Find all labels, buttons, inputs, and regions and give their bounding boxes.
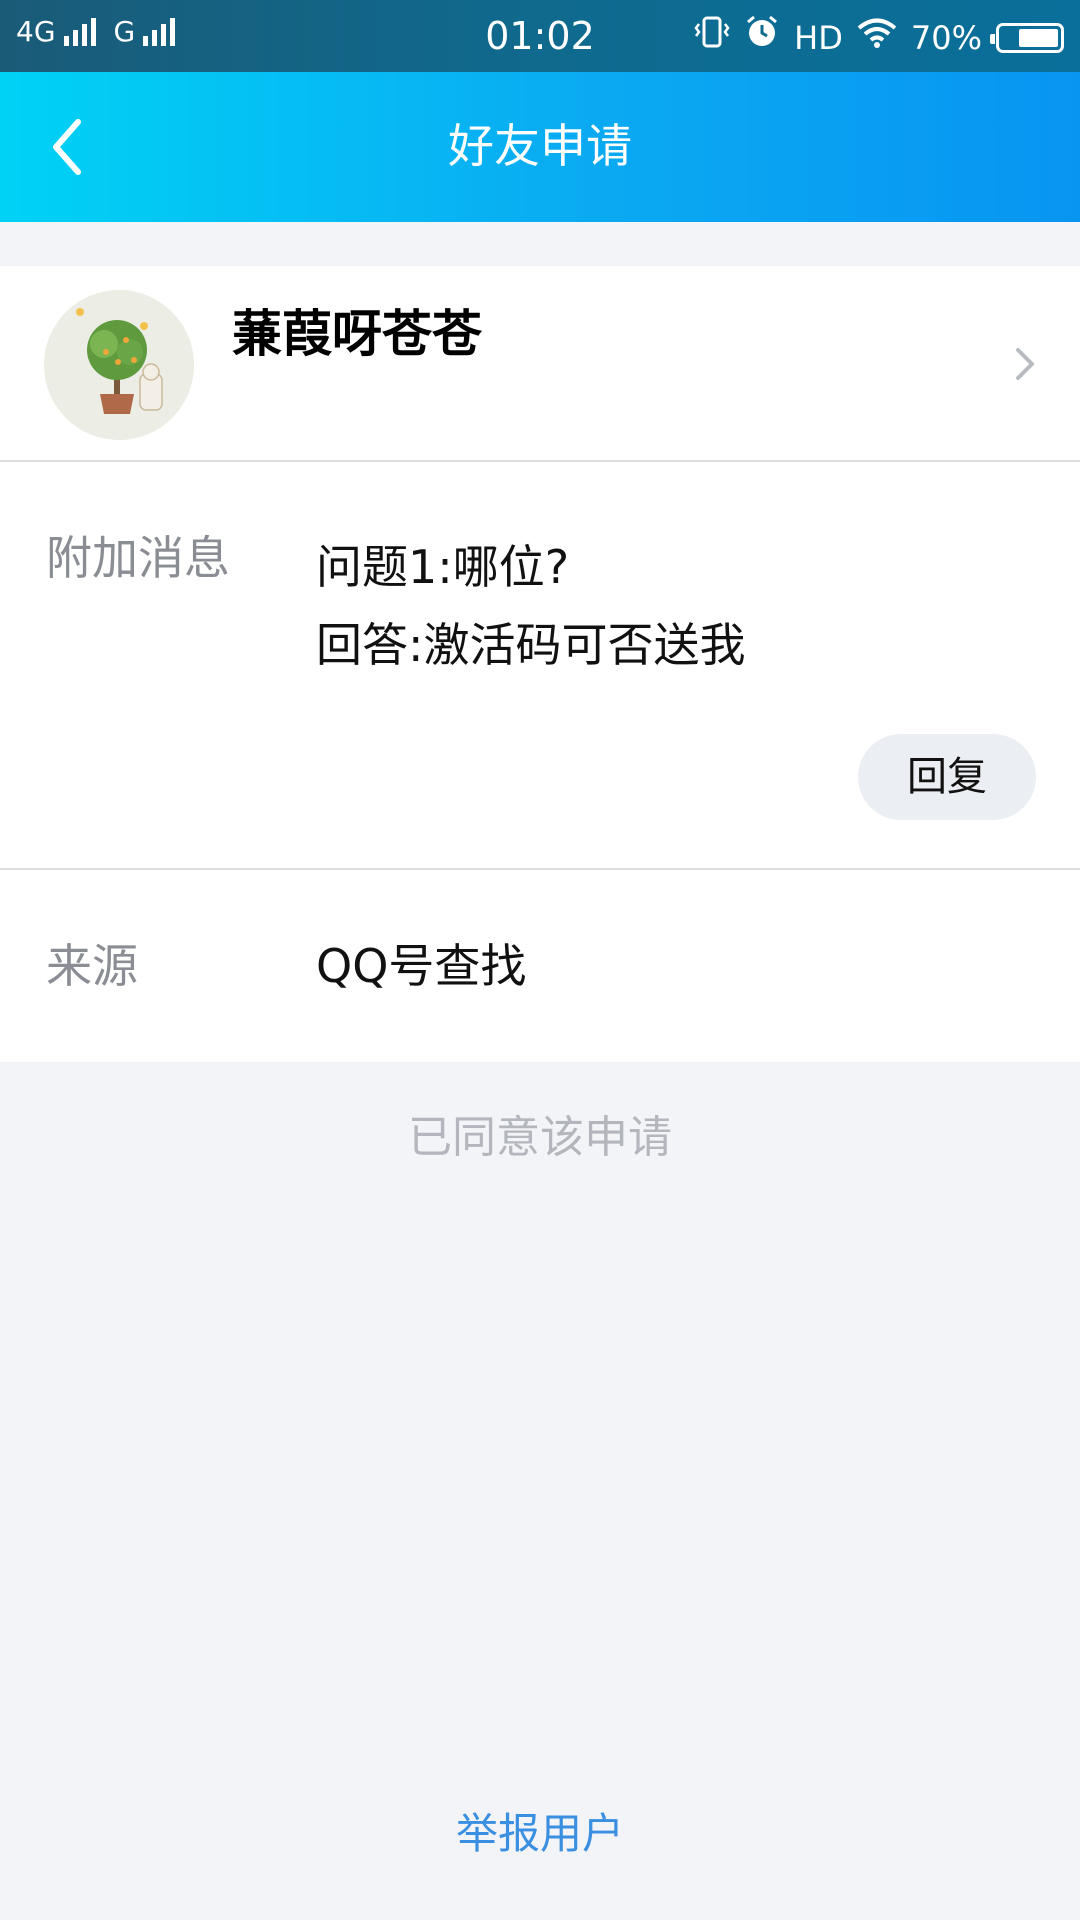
request-status: 已同意该申请	[408, 1112, 672, 1163]
wifi-icon	[857, 16, 897, 60]
chevron-right-icon	[1016, 348, 1034, 380]
vibrate-icon	[694, 14, 730, 61]
report-user-link[interactable]: 举报用户	[0, 1804, 1080, 1864]
battery-percent: 70%	[910, 18, 982, 57]
profile-chevron[interactable]	[1010, 342, 1040, 386]
message-label: 附加消息	[46, 531, 230, 585]
battery-icon	[990, 22, 1064, 53]
message-content: 问题1:哪位? 回答:激活码可否送我	[316, 528, 746, 684]
source-value: QQ号查找	[316, 939, 527, 993]
profile-row[interactable]: 蒹葭呀苍苍	[0, 266, 1080, 462]
status-bar: 4G G 01:02 HD 70%	[0, 0, 1080, 72]
title-bar: 好友申请	[0, 72, 1080, 222]
source-label: 来源	[46, 939, 138, 993]
nickname: 蒹葭呀苍苍	[232, 305, 482, 363]
message-question: 问题1:哪位?	[316, 540, 570, 594]
source-section: 来源 QQ号查找	[0, 870, 1080, 1062]
status-icons: HD 70%	[694, 14, 1064, 61]
hd-label: HD	[794, 18, 843, 57]
reply-button[interactable]: 回复	[858, 734, 1036, 820]
avatar[interactable]	[44, 290, 194, 440]
page-title: 好友申请	[448, 119, 632, 173]
avatar-image	[44, 290, 194, 440]
alarm-icon	[744, 14, 780, 61]
additional-message-section: 附加消息 问题1:哪位? 回答:激活码可否送我 回复	[0, 462, 1080, 870]
message-answer: 回答:激活码可否送我	[316, 618, 746, 672]
